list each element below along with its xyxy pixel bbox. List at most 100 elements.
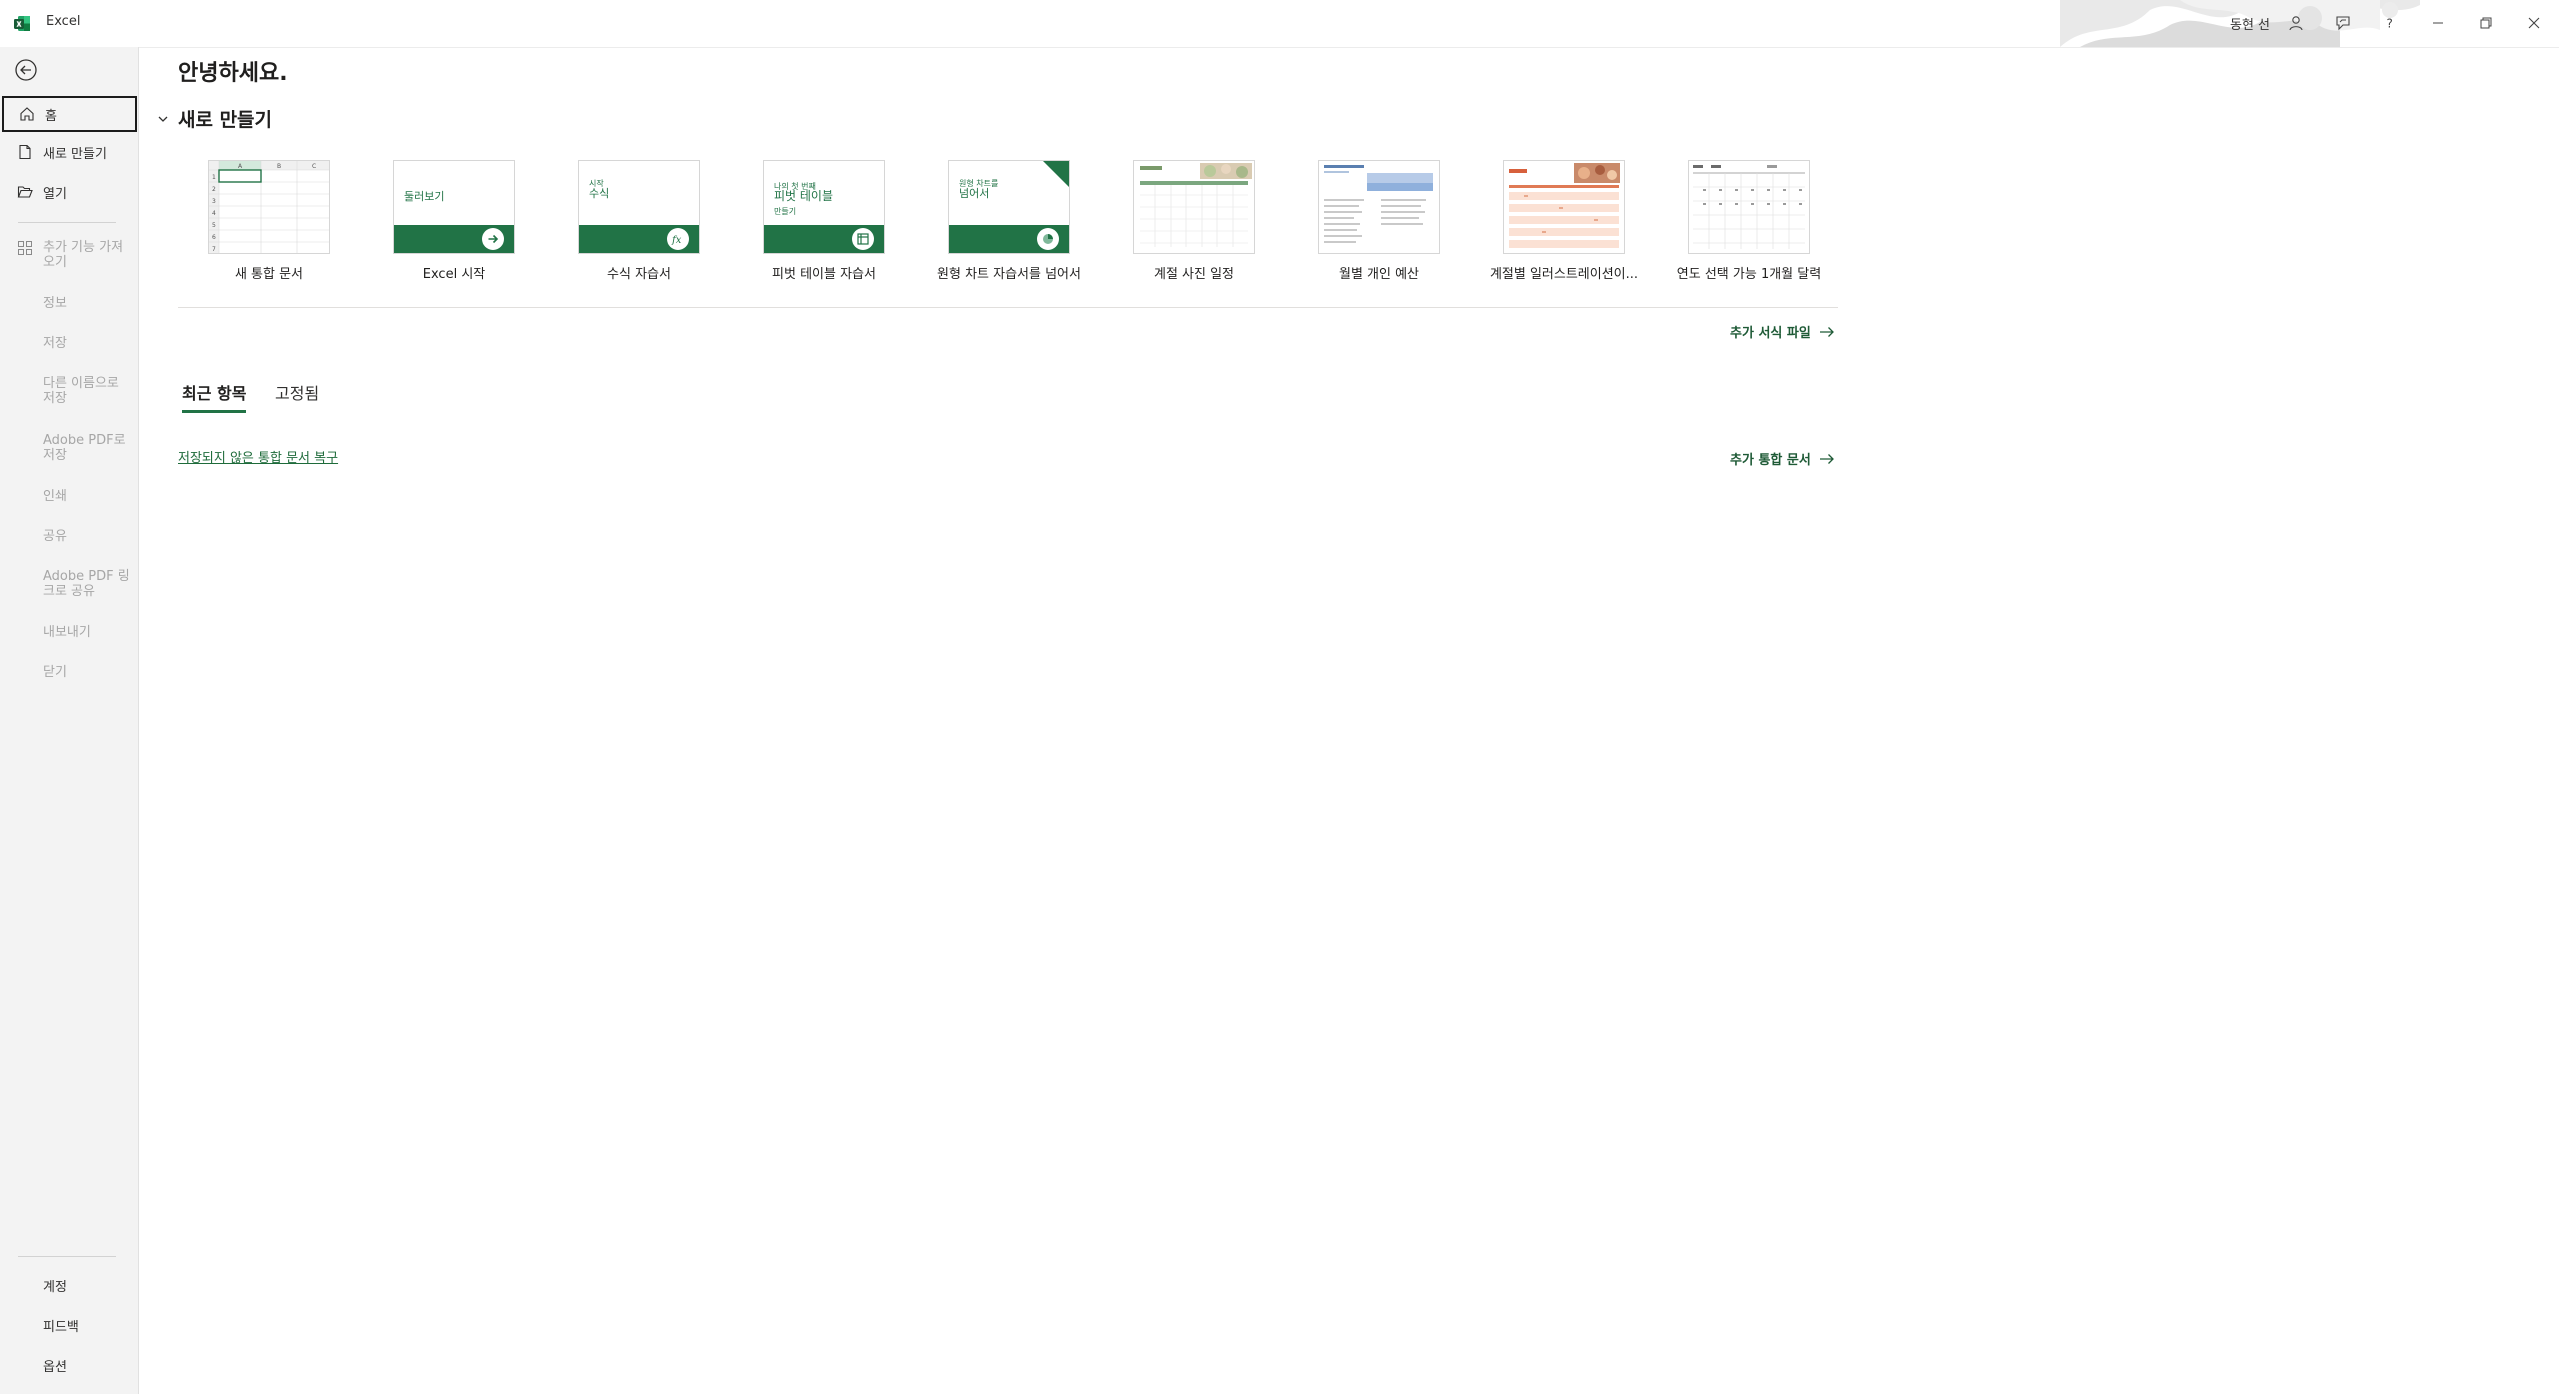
svg-text:5: 5 — [212, 222, 216, 229]
function-fx-icon: fx — [667, 228, 689, 250]
template-thumbnail: 시작 수식 fx — [578, 160, 700, 254]
template-label: 피벗 테이블 자습서 — [772, 267, 876, 282]
sidebar-divider — [18, 1256, 116, 1257]
pivot-table-icon — [852, 228, 874, 250]
close-icon — [2528, 17, 2540, 29]
sidebar-item-open[interactable]: 열기 — [0, 174, 138, 210]
backstage-sidebar: 홈 새로 만들기 열기 추가 기능 가져오기 정보 저장 다른 이름으로 저장 … — [0, 47, 139, 1394]
tab-pinned[interactable]: 고정됨 — [275, 380, 319, 410]
new-ribbon-corner — [1043, 161, 1069, 187]
svg-text:2: 2 — [212, 186, 216, 193]
restore-button[interactable] — [2474, 11, 2498, 35]
thumbnail-banner: fx — [579, 225, 699, 253]
account-button[interactable] — [2284, 11, 2308, 35]
template-label: 수식 자습서 — [607, 267, 671, 282]
new-document-icon — [19, 144, 31, 160]
template-label: 월별 개인 예산 — [1338, 267, 1420, 282]
user-name[interactable]: 동현 선 — [2230, 14, 2270, 33]
blank-grid-preview: ABC 1234567 — [209, 161, 329, 253]
more-templates-label: 추가 서식 파일 — [1730, 326, 1811, 341]
excel-logo-icon — [14, 16, 30, 31]
title-bar: Excel 동현 선 ? — [0, 0, 2559, 48]
open-folder-icon — [17, 186, 33, 198]
recover-unsaved-workbooks-link[interactable]: 저장되지 않은 통합 문서 복구 — [178, 447, 338, 466]
budget-preview — [1319, 161, 1439, 253]
arrow-right-icon — [1819, 326, 1834, 337]
pie-chart-icon — [1037, 228, 1059, 250]
chevron-down-icon[interactable] — [156, 112, 170, 126]
svg-text:fx: fx — [671, 235, 682, 245]
sidebar-item-close: 닫기 — [43, 665, 67, 680]
sidebar-item-home[interactable]: 홈 — [2, 96, 137, 132]
sidebar-item-share-adobe-pdf-link: Adobe PDF 링크로 공유 — [43, 569, 130, 599]
help-button[interactable]: ? — [2378, 11, 2402, 35]
more-templates-link[interactable]: 추가 서식 파일 — [1730, 322, 1835, 341]
template-label: Excel 시작 — [422, 267, 486, 282]
sidebar-item-options[interactable]: 옵션 — [43, 1356, 67, 1375]
addins-grid-icon — [18, 241, 32, 255]
sidebar-item-label: 열기 — [43, 186, 67, 202]
template-label: 원형 차트 자습서를 넘어서 — [937, 267, 1081, 282]
template-thumbnail — [1503, 160, 1625, 254]
thumbnail-title: 피벗 테이블 — [774, 189, 834, 203]
illustration-calendar-preview — [1504, 161, 1624, 253]
thumbnail-caption: 만들기 — [774, 207, 797, 216]
app-title: Excel — [46, 14, 81, 29]
tab-recent[interactable]: 최근 항목 — [182, 380, 247, 413]
feedback-button[interactable] — [2331, 11, 2355, 35]
template-thumbnail: 둘러보기 — [393, 160, 515, 254]
svg-text:7: 7 — [212, 246, 216, 253]
svg-text:4: 4 — [212, 210, 216, 217]
svg-text:6: 6 — [212, 234, 216, 241]
sidebar-item-new[interactable]: 새로 만들기 — [0, 134, 138, 170]
sidebar-item-feedback[interactable]: 피드백 — [43, 1316, 79, 1335]
template-label: 계절 사진 일정 — [1153, 267, 1235, 282]
template-thumbnail — [1688, 160, 1810, 254]
template-thumbnail — [1318, 160, 1440, 254]
sidebar-item-info: 정보 — [43, 296, 67, 311]
template-label: 계절별 일러스트레이션이... — [1489, 267, 1639, 282]
svg-text:C: C — [312, 163, 316, 170]
template-thumbnail: ABC 1234567 — [208, 160, 330, 254]
sidebar-item-export: 내보내기 — [43, 625, 91, 640]
svg-text:?: ? — [2387, 17, 2393, 31]
more-workbooks-label: 추가 통합 문서 — [1730, 453, 1811, 468]
svg-text:3: 3 — [212, 198, 216, 205]
person-icon — [2289, 16, 2303, 31]
home-icon — [20, 107, 34, 121]
sidebar-item-account[interactable]: 계정 — [43, 1276, 67, 1295]
template-label: 연도 선택 가능 1개월 달력 — [1676, 267, 1822, 282]
template-label: 새 통합 문서 — [234, 267, 304, 282]
sidebar-item-share: 공유 — [43, 529, 67, 544]
sidebar-item-save: 저장 — [43, 336, 67, 351]
template-thumbnail: 원형 차트를 넘어서 — [948, 160, 1070, 254]
svg-text:B: B — [277, 163, 281, 170]
new-section-heading[interactable]: 새로 만들기 — [178, 105, 272, 132]
minimize-button[interactable] — [2426, 11, 2450, 35]
sidebar-item-label: 홈 — [45, 108, 57, 124]
sidebar-item-print: 인쇄 — [43, 489, 67, 504]
section-divider — [178, 307, 1838, 308]
close-button[interactable] — [2522, 11, 2546, 35]
back-arrow-icon[interactable] — [13, 57, 39, 83]
thumbnail-banner — [394, 225, 514, 253]
template-thumbnail: 나의 첫 번째 피벗 테이블 만들기 — [763, 160, 885, 254]
thumbnail-title: 수식 — [589, 187, 610, 200]
thumbnail-banner — [764, 225, 884, 253]
thumbnail-banner — [949, 225, 1069, 253]
sidebar-item-get-addins[interactable]: 추가 기능 가져오기 — [43, 240, 133, 270]
restore-icon — [2480, 17, 2492, 29]
calendar-preview — [1134, 161, 1254, 253]
template-thumbnail — [1133, 160, 1255, 254]
svg-text:1: 1 — [212, 174, 216, 181]
sidebar-item-save-as-adobe-pdf: Adobe PDF로 저장 — [43, 433, 126, 463]
more-workbooks-link[interactable]: 추가 통합 문서 — [1730, 449, 1835, 468]
arrow-right-icon — [1819, 453, 1834, 464]
sidebar-item-label: 새로 만들기 — [43, 146, 107, 162]
help-icon: ? — [2387, 17, 2393, 31]
thumbnail-title: 둘러보기 — [404, 190, 445, 203]
thumbnail-title: 넘어서 — [959, 187, 990, 200]
month-calendar-preview — [1689, 161, 1809, 253]
arrow-right-icon — [482, 228, 504, 250]
greeting-heading: 안녕하세요. — [178, 61, 288, 86]
